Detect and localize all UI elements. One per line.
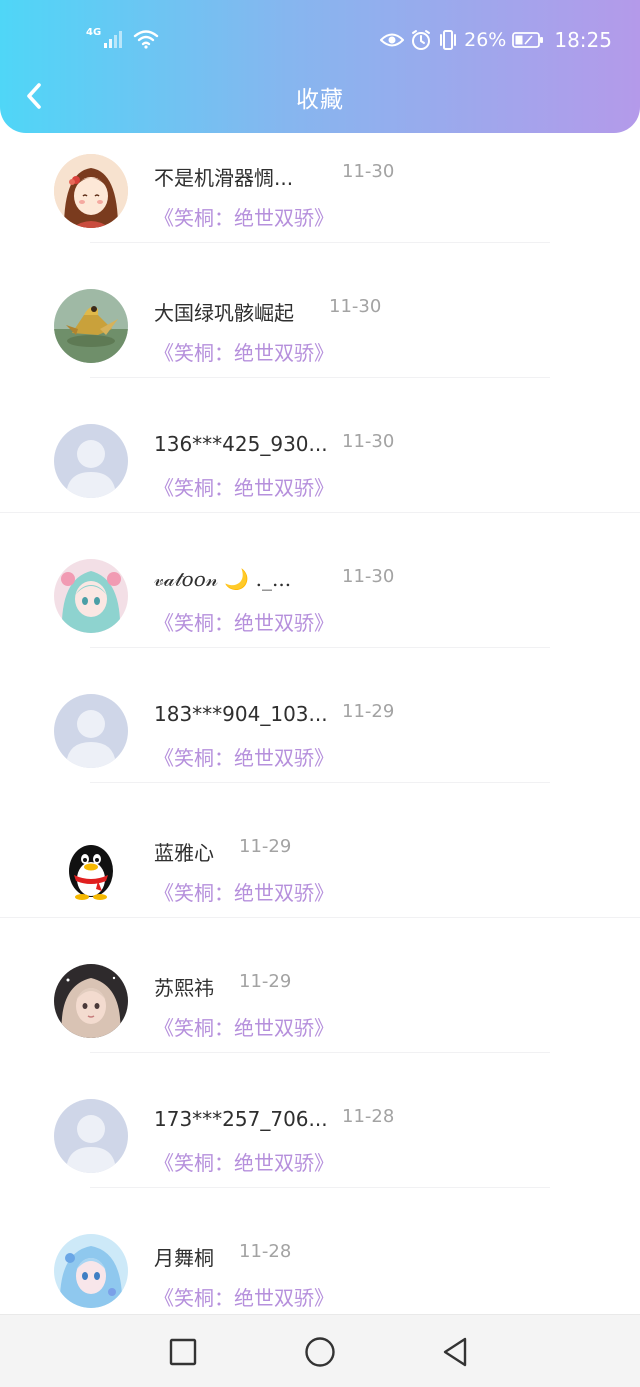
- avatar[interactable]: [54, 424, 128, 498]
- header: 4G 26% 18:25 收藏: [0, 0, 640, 133]
- favorite-date: 11-29: [239, 971, 292, 992]
- list-item[interactable]: 𝓋𝒶𝓉𝑜𝑜𝓃 🌙 ._... 11-30 《笑桐：绝世双骄》: [0, 513, 640, 648]
- user-name: 不是机滑器惆...: [154, 166, 294, 190]
- user-name: 月舞桐: [154, 1246, 214, 1270]
- home-button[interactable]: [299, 1331, 341, 1373]
- status-right: 26% 18:25: [380, 24, 612, 56]
- back-nav-button[interactable]: [434, 1331, 476, 1373]
- book-title[interactable]: 《笑桐：绝世双骄》: [154, 202, 334, 231]
- favorite-date: 11-28: [342, 1106, 395, 1127]
- favorite-date: 11-30: [342, 566, 395, 587]
- avatar[interactable]: [54, 1234, 128, 1308]
- book-title[interactable]: 《笑桐：绝世双骄》: [154, 1282, 334, 1311]
- vibrate-icon: [440, 30, 457, 50]
- favorite-date: 11-30: [342, 161, 395, 182]
- user-name: 蓝雅心: [154, 841, 214, 865]
- book-title[interactable]: 《笑桐：绝世双骄》: [154, 742, 334, 771]
- list-item[interactable]: 大国绿巩骸崛起 11-30 《笑桐：绝世双骄》: [0, 243, 640, 378]
- book-title[interactable]: 《笑桐：绝世双骄》: [154, 472, 334, 501]
- avatar[interactable]: [54, 694, 128, 768]
- list-item[interactable]: 173***257_706... 11-28 《笑桐：绝世双骄》: [0, 1053, 640, 1188]
- user-name: 𝓋𝒶𝓉𝑜𝑜𝓃 🌙 ._...: [154, 567, 292, 591]
- avatar[interactable]: [54, 289, 128, 363]
- avatar[interactable]: [54, 154, 128, 228]
- favorite-date: 11-30: [342, 431, 395, 452]
- avatar[interactable]: [54, 964, 128, 1038]
- eye-icon: [380, 33, 405, 47]
- book-title[interactable]: 《笑桐：绝世双骄》: [154, 877, 334, 906]
- book-title[interactable]: 《笑桐：绝世双骄》: [154, 337, 334, 366]
- status-bar: 4G 26% 18:25: [0, 0, 640, 78]
- circle-icon: [305, 1337, 335, 1367]
- clock: 18:25: [554, 28, 612, 52]
- user-name: 173***257_706...: [154, 1107, 328, 1131]
- wifi-icon: [133, 30, 159, 49]
- title-bar: 收藏: [0, 72, 640, 124]
- alarm-icon: [412, 30, 431, 50]
- list-item[interactable]: 136***425_930... 11-30 《笑桐：绝世双骄》: [0, 378, 640, 513]
- favorites-list[interactable]: 不是机滑器惆... 11-30 《笑桐：绝世双骄》 大国绿巩骸崛起 11-30 …: [0, 108, 640, 1314]
- status-left: 4G: [86, 25, 159, 53]
- triangle-back-icon: [443, 1337, 467, 1367]
- avatar[interactable]: [54, 829, 128, 903]
- user-name: 苏熙祎: [154, 976, 214, 1000]
- avatar[interactable]: [54, 559, 128, 633]
- page-title: 收藏: [296, 87, 344, 113]
- favorite-date: 11-29: [342, 701, 395, 722]
- recents-button[interactable]: [162, 1331, 204, 1373]
- avatar[interactable]: [54, 1099, 128, 1173]
- battery-icon: [512, 32, 544, 48]
- list-item[interactable]: 月舞桐 11-28 《笑桐：绝世双骄》: [0, 1188, 640, 1314]
- book-title[interactable]: 《笑桐：绝世双骄》: [154, 1012, 334, 1041]
- book-title[interactable]: 《笑桐：绝世双骄》: [154, 1147, 334, 1176]
- favorite-date: 11-30: [329, 296, 382, 317]
- list-item[interactable]: 蓝雅心 11-29 《笑桐：绝世双骄》: [0, 783, 640, 918]
- favorites-screen: 4G 26% 18:25 收藏 不是机滑器惆... 11-30 《笑桐：绝世双骄…: [0, 0, 640, 1387]
- network-label: 4G: [86, 26, 102, 38]
- battery-percent: 26%: [464, 29, 507, 51]
- list-item[interactable]: 183***904_103... 11-29 《笑桐：绝世双骄》: [0, 648, 640, 783]
- signal-icon: [104, 31, 123, 48]
- user-name: 大国绿巩骸崛起: [154, 301, 294, 325]
- list-item[interactable]: 苏熙祎 11-29 《笑桐：绝世双骄》: [0, 918, 640, 1053]
- book-title[interactable]: 《笑桐：绝世双骄》: [154, 607, 334, 636]
- favorite-date: 11-28: [239, 1241, 292, 1262]
- system-nav-bar: [0, 1314, 640, 1387]
- favorite-date: 11-29: [239, 836, 292, 857]
- user-name: 136***425_930...: [154, 432, 328, 456]
- user-name: 183***904_103...: [154, 702, 328, 726]
- square-icon: [169, 1338, 197, 1366]
